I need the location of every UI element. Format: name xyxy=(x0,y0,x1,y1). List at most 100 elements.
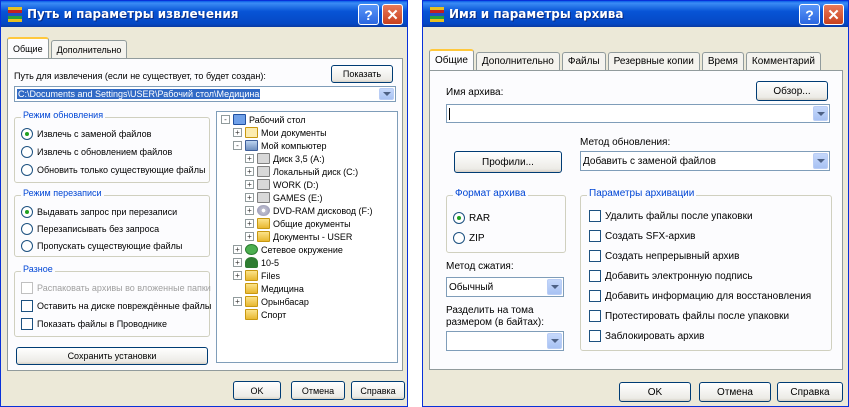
checkbox-icon[interactable] xyxy=(589,290,601,302)
tab-general[interactable]: Общие xyxy=(7,37,49,58)
archive-name-combo[interactable] xyxy=(446,104,830,123)
radio-icon[interactable] xyxy=(453,232,465,244)
checkbox-icon[interactable] xyxy=(589,210,601,222)
tree-item-network[interactable]: + Сетевое окружение xyxy=(233,244,343,255)
param-option[interactable]: Заблокировать архив xyxy=(589,330,705,342)
checkbox-icon[interactable] xyxy=(589,270,601,282)
radio-icon[interactable] xyxy=(21,128,33,140)
tree-item-files[interactable]: + Files xyxy=(233,270,280,281)
param-option[interactable]: Удалить файлы после упаковки xyxy=(589,210,753,222)
drive-icon xyxy=(257,192,270,203)
extract-dialog-titlebar[interactable]: Путь и параметры извлечения ? ✕ xyxy=(1,1,407,27)
radio-icon[interactable] xyxy=(21,240,33,252)
split-size-combo[interactable] xyxy=(446,331,564,351)
tab-files[interactable]: Файлы xyxy=(561,52,606,70)
tree-item-10-5[interactable]: +10-5 xyxy=(233,257,279,268)
archive-dialog-titlebar[interactable]: Имя и параметры архива ? ✕ xyxy=(423,1,848,27)
param-option[interactable]: Создать SFX-архив xyxy=(589,230,695,242)
chevron-down-icon[interactable] xyxy=(547,279,562,295)
archive-name-label: Имя архива: xyxy=(446,87,504,98)
network-icon xyxy=(245,244,258,255)
tree-item-medicine[interactable]: Медицина xyxy=(245,283,304,294)
radio-icon[interactable] xyxy=(21,223,33,235)
checkbox-icon[interactable] xyxy=(589,330,601,342)
dvd-icon xyxy=(257,205,270,216)
tree-item-drive-f[interactable]: + DVD-RAM дисковод (F:) xyxy=(245,205,373,216)
param-option[interactable]: Добавить электронную подпись xyxy=(589,270,753,282)
save-settings-button[interactable]: Сохранить установки xyxy=(16,347,208,365)
tree-item-my-computer[interactable]: - Мой компьютер xyxy=(233,140,327,151)
tree-item-drive-e[interactable]: + GAMES (E:) xyxy=(245,192,323,203)
tree-item-shared-docs[interactable]: + Общие документы xyxy=(245,218,351,229)
help-button[interactable]: Справка xyxy=(777,382,843,402)
floppy-icon xyxy=(257,153,270,164)
tab-comment[interactable]: Комментарий xyxy=(745,52,821,70)
format-option-rar[interactable]: RAR xyxy=(453,212,490,224)
tab-bar: Общие Дополнительно xyxy=(7,37,129,58)
radio-icon[interactable] xyxy=(453,212,465,224)
tab-backup[interactable]: Резервные копии xyxy=(607,52,700,70)
chevron-down-icon[interactable] xyxy=(813,153,828,169)
tree-item-user-docs[interactable]: + Документы - USER xyxy=(245,231,352,242)
radio-icon[interactable] xyxy=(21,206,33,218)
folder-icon xyxy=(257,218,270,229)
format-option-zip[interactable]: ZIP xyxy=(453,232,485,244)
close-icon[interactable]: ✕ xyxy=(382,4,403,25)
checkbox-icon[interactable] xyxy=(589,230,601,242)
help-icon[interactable]: ? xyxy=(358,4,379,25)
ok-button[interactable]: OK xyxy=(233,381,281,400)
profiles-button[interactable]: Профили... xyxy=(454,151,562,173)
update-method-select[interactable]: Добавить с заменой файлов xyxy=(580,151,830,171)
drive-icon xyxy=(257,166,270,177)
overwrite-option[interactable]: Перезаписывать без запроса xyxy=(21,223,159,235)
browse-button[interactable]: Обзор... xyxy=(756,81,828,101)
archive-dialog: Имя и параметры архива ? ✕ Общие Дополни… xyxy=(422,0,849,407)
tab-advanced[interactable]: Дополнительно xyxy=(50,40,128,58)
close-icon[interactable]: ✕ xyxy=(823,4,844,25)
text-caret xyxy=(449,107,450,120)
update-mode-group: Режим обновления Извлечь с заменой файло… xyxy=(14,110,210,183)
tree-item-my-documents[interactable]: + Мои документы xyxy=(233,127,327,138)
tree-item-sport[interactable]: Спорт xyxy=(245,309,286,320)
tab-advanced[interactable]: Дополнительно xyxy=(475,52,560,70)
tree-item-drive-a[interactable]: + Диск 3,5 (A:) xyxy=(245,153,325,164)
overwrite-option[interactable]: Пропускать существующие файлы xyxy=(21,240,182,252)
tree-item-drive-c[interactable]: + Локальный диск (C:) xyxy=(245,166,358,177)
folder-tree[interactable]: - Рабочий стол + Мои документы - Мой компью… xyxy=(216,111,398,363)
chevron-down-icon[interactable] xyxy=(379,88,394,100)
param-option[interactable]: Добавить информацию для восстановления xyxy=(589,290,811,302)
folder-icon xyxy=(245,270,258,281)
help-icon[interactable]: ? xyxy=(799,4,820,25)
path-combo[interactable]: C:\Documents and Settings\USER\Рабочий с… xyxy=(14,86,396,102)
radio-icon[interactable] xyxy=(21,164,33,176)
folder-icon xyxy=(245,296,258,307)
misc-option[interactable]: Показать файлы в Проводнике xyxy=(21,318,167,330)
cancel-button[interactable]: Отмена xyxy=(291,381,345,400)
tab-general[interactable]: Общие xyxy=(429,49,474,70)
ok-button[interactable]: OK xyxy=(619,382,691,402)
tree-item-desktop[interactable]: - Рабочий стол xyxy=(221,114,306,125)
tab-time[interactable]: Время xyxy=(701,52,744,70)
checkbox-icon[interactable] xyxy=(589,310,601,322)
misc-option[interactable]: Оставить на диске повреждённые файлы xyxy=(21,300,211,312)
compression-select[interactable]: Обычный xyxy=(446,277,564,297)
update-option[interactable]: Извлечь с обновлением файлов xyxy=(21,146,172,158)
update-option[interactable]: Обновить только существующие файлы xyxy=(21,164,205,176)
param-option[interactable]: Протестировать файлы после упаковки xyxy=(589,310,789,322)
checkbox-icon[interactable] xyxy=(21,300,33,312)
radio-icon[interactable] xyxy=(21,146,33,158)
checkbox-icon[interactable] xyxy=(589,250,601,262)
help-button[interactable]: Справка xyxy=(351,381,405,400)
checkbox-icon[interactable] xyxy=(21,318,33,330)
cancel-button[interactable]: Отмена xyxy=(699,382,771,402)
tree-item-drive-d[interactable]: + WORK (D:) xyxy=(245,179,319,190)
param-option[interactable]: Создать непрерывный архив xyxy=(589,250,739,262)
desktop-icon xyxy=(233,114,246,125)
update-option[interactable]: Извлечь с заменой файлов xyxy=(21,128,151,140)
chevron-down-icon[interactable] xyxy=(547,333,562,349)
overwrite-option[interactable]: Выдавать запрос при перезаписи xyxy=(21,206,177,218)
tree-item-orynbasar[interactable]: + Орынбасар xyxy=(233,296,309,307)
checkbox-icon xyxy=(21,282,33,294)
show-button[interactable]: Показать xyxy=(331,65,393,83)
chevron-down-icon[interactable] xyxy=(813,106,828,121)
